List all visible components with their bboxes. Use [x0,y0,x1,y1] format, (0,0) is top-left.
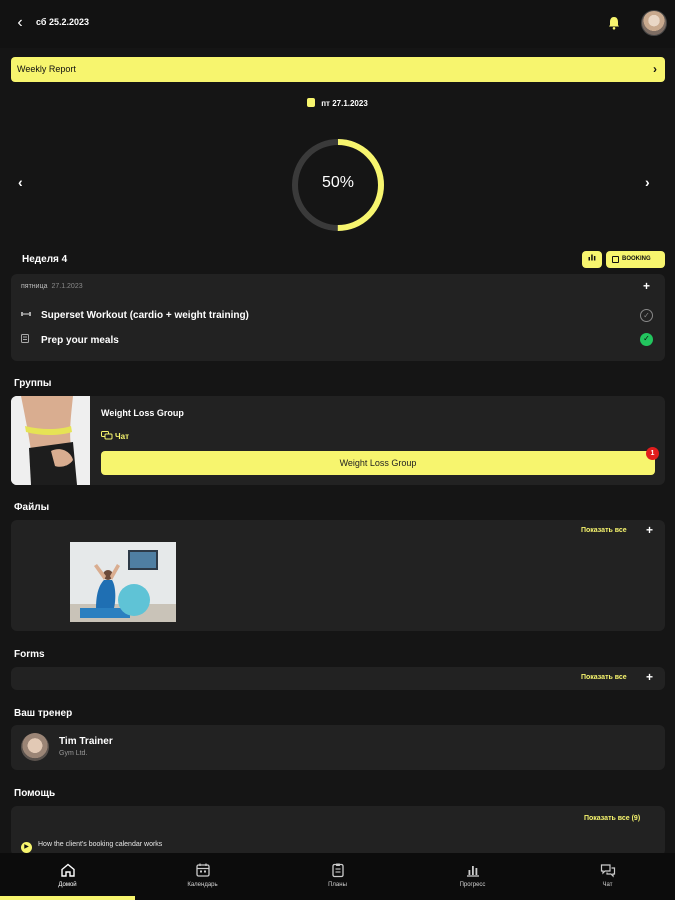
calendar-icon [612,256,619,263]
group-chat-link[interactable]: Чат [101,431,129,441]
task-label: Prep your meals [41,335,119,346]
files-title: Файлы [14,502,50,513]
file-thumbnail[interactable] [70,542,176,622]
trainer-card[interactable]: Tim Trainer Gym Ltd. [11,725,665,770]
dumbbell-icon [21,310,31,320]
bell-icon[interactable] [606,15,622,31]
nav-chat[interactable]: Чат [540,853,675,900]
meal-icon [21,334,31,345]
day-card: пятница 27.1.2023 + Superset Workout (car… [11,274,665,361]
help-show-all-label: Показать все (9) [584,815,641,822]
nav-home[interactable]: Домой [0,853,135,900]
nav-plans[interactable]: Планы [270,853,405,900]
add-file-button[interactable]: + [646,523,653,537]
weekly-report-button[interactable]: Weekly Report › [11,57,665,82]
progress-percent: 50% [321,174,355,191]
previous-day-button[interactable]: ‹ [18,174,23,190]
next-day-button[interactable]: › [645,174,650,190]
task-status-pending[interactable]: ✓ [640,309,653,322]
chevron-right-icon: › [653,62,657,76]
add-form-button[interactable]: + [646,670,653,684]
group-card[interactable]: Weight Loss Group Чат Weight Loss Group … [11,396,665,485]
header-date: сб 25.2.2023 [36,17,89,27]
help-card: Показать все (9) ▶ How the client's booki… [11,806,665,856]
task-status-done-icon[interactable]: ✓ [640,333,653,346]
current-date-label: пт 27.1.2023 [321,99,368,108]
task-label: Superset Workout (cardio + weight traini… [41,310,249,321]
chart-icon [466,866,479,877]
notification-badge: 1 [646,447,659,460]
forms-show-all-button[interactable]: Показать все [581,674,627,681]
task-item[interactable]: Prep your meals [21,334,119,346]
trainer-name: Tim Trainer [59,736,113,747]
files-card: Показать все + [11,520,665,631]
forms-card: Показать все + [11,667,665,690]
add-task-button[interactable]: + [643,279,650,293]
group-chat-label: Чат [115,432,129,441]
current-date: пт 27.1.2023 [0,98,675,112]
nav-label: Планы [328,882,347,888]
chat-icon [101,431,113,440]
nav-label: Чат [602,882,613,888]
play-icon: ▶ [21,842,32,853]
top-bar [0,0,675,48]
progress-chart-button[interactable] [582,251,602,268]
nav-label: Календарь [187,882,218,888]
help-show-all-button[interactable]: Показать все (9) [584,815,640,822]
back-arrow-icon[interactable]: ‹ [12,15,28,31]
calendar-icon [307,98,316,107]
bottom-navigation: Домой Календарь Планы Прогресс Чат [0,853,675,900]
help-title: Помощь [14,788,56,799]
files-show-all-label: Показать все [581,527,627,534]
files-show-all-button[interactable]: Показать все [581,527,627,534]
day-date: 27.1.2023 [51,283,83,290]
task-item[interactable]: Superset Workout (cardio + weight traini… [21,310,249,321]
user-avatar[interactable] [641,10,667,36]
calendar-icon [195,863,210,877]
forms-title: Forms [14,649,45,660]
trainer-avatar [21,733,49,761]
forms-show-all-label: Показать все [581,674,627,681]
groups-title: Группы [14,378,52,389]
nav-label: Домой [58,882,77,888]
clipboard-icon [331,863,344,878]
help-item-label: How the client's booking calendar works [38,841,163,848]
trainer-title: Ваш тренер [14,708,73,719]
day-header: пятница 27.1.2023 [21,283,83,290]
group-image [11,396,90,485]
home-icon [60,863,75,877]
weekday-label: пятница [21,283,48,290]
week-title: Неделя 4 [22,254,68,265]
nav-active-indicator [0,896,135,900]
chat-icon [600,864,615,878]
help-item[interactable]: ▶ How the client's booking calendar works [21,841,162,853]
trainer-company: Gym Ltd. [59,750,88,757]
group-open-button[interactable]: Weight Loss Group 1 [101,447,659,475]
booking-label: BOOKING [622,256,651,262]
booking-button[interactable]: BOOKING [606,251,665,268]
nav-progress[interactable]: Прогресс [405,853,540,900]
weekly-report-label: Weekly Report [17,64,76,74]
group-name: Weight Loss Group [101,408,184,418]
bar-chart-icon [588,254,596,261]
nav-calendar[interactable]: Календарь [135,853,270,900]
group-button-label: Weight Loss Group [339,458,417,468]
nav-label: Прогресс [459,882,486,888]
